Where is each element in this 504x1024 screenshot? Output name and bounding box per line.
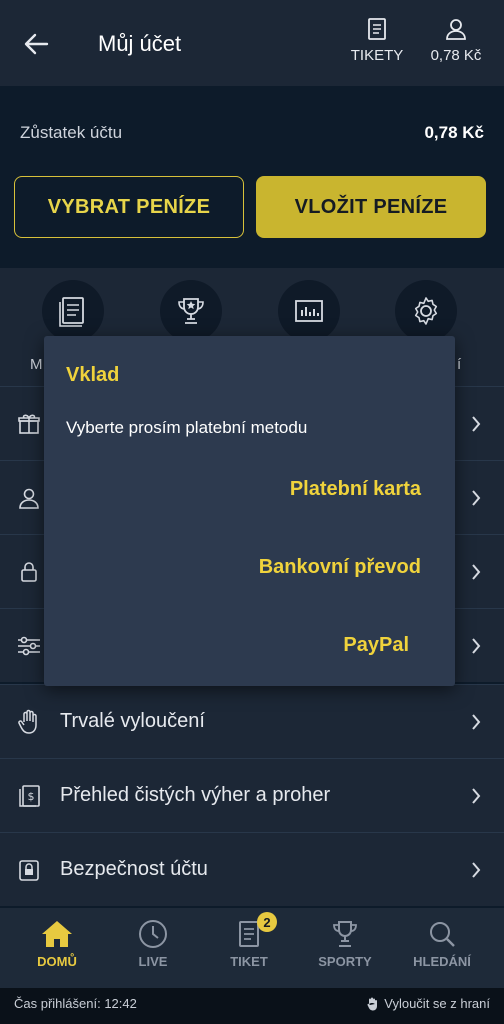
tickets-button[interactable]: TIKETY <box>344 16 410 64</box>
svg-text:$: $ <box>28 790 35 803</box>
nav-ticket[interactable]: 2 TIKET <box>201 912 297 969</box>
menu-row-account-security[interactable]: Bezpečnost účtu <box>0 832 504 906</box>
gear-icon <box>414 297 438 325</box>
menu-item-label: Přehled čistých výher a proher <box>60 784 331 806</box>
nav-sports[interactable]: SPORTY <box>297 918 393 969</box>
top-bar: Můj účet TIKETY 0,78 Kč <box>0 0 504 86</box>
self-exclude-link[interactable]: Vyloučit se z hraní <box>366 996 490 1011</box>
nav-label: DOMŮ <box>37 954 77 969</box>
balance-button[interactable]: 0,78 Kč <box>420 16 492 64</box>
nav-label: LIVE <box>138 954 168 969</box>
user-icon <box>14 483 44 513</box>
ticket-icon: 2 <box>201 912 297 950</box>
chevron-right-icon <box>470 414 482 434</box>
money-receipt-icon: $ <box>14 781 44 811</box>
menu-item-label: Bezpečnost účtu <box>60 858 208 880</box>
lock-icon <box>14 557 44 587</box>
page-title: Můj účet <box>98 31 182 56</box>
ticket-icon <box>344 16 410 42</box>
back-arrow-icon[interactable] <box>22 30 50 58</box>
balance-label: Zůstatek účtu <box>20 123 123 142</box>
deposit-button[interactable]: VLOŽIT PENÍZE <box>256 176 486 238</box>
search-icon <box>394 918 490 950</box>
chevron-right-icon <box>470 712 482 732</box>
hand-stop-icon <box>14 707 44 737</box>
nav-label: SPORTY <box>318 954 372 969</box>
menu-item-label: Trvalé vyloučení <box>60 710 205 732</box>
dialog-message: Vyberte prosím platební metodu <box>66 418 308 437</box>
gift-icon <box>14 409 44 439</box>
security-lock-icon <box>14 855 44 885</box>
clock-icon <box>105 918 201 950</box>
option-bank-transfer[interactable]: Bankovní převod <box>259 556 421 579</box>
bottom-navigation: DOMŮ LIVE 2 TIKET SPORTY HLEDÁNÍ <box>0 908 504 988</box>
hand-stop-icon <box>366 997 378 1011</box>
menu-row-net-results[interactable]: $ Přehled čistých výher a proher <box>0 758 504 832</box>
statistics-circle-button[interactable] <box>278 280 340 342</box>
ticket-count-badge: 2 <box>257 912 277 932</box>
settings-circle-button[interactable] <box>395 280 457 342</box>
account-summary: Zůstatek účtu 0,78 Kč VYBRAT PENÍZE VLOŽ… <box>0 86 504 268</box>
dialog-title: Vklad <box>66 364 120 386</box>
quick-label-fragment-left: M <box>30 356 43 373</box>
quick-label-fragment-right: í <box>457 356 462 373</box>
tickets-circle-button[interactable] <box>42 280 104 342</box>
option-paypal[interactable]: PayPal <box>343 634 409 657</box>
tickets-label: TIKETY <box>350 47 404 64</box>
home-icon <box>9 918 105 950</box>
chevron-right-icon <box>470 786 482 806</box>
nav-search[interactable]: HLEDÁNÍ <box>394 918 490 969</box>
chevron-right-icon <box>470 488 482 508</box>
trophy-icon <box>297 918 393 950</box>
achievements-circle-button[interactable] <box>160 280 222 342</box>
nav-label: HLEDÁNÍ <box>413 954 471 969</box>
sliders-icon <box>14 631 44 661</box>
trophy-star-icon <box>178 298 204 324</box>
ticket-list-icon <box>59 297 84 327</box>
chart-icon <box>295 300 323 322</box>
self-exclude-label: Vyloučit se z hraní <box>384 996 490 1011</box>
nav-live[interactable]: LIVE <box>105 918 201 969</box>
chevron-right-icon <box>470 860 482 880</box>
header-balance: 0,78 Kč <box>430 47 482 64</box>
withdraw-button[interactable]: VYBRAT PENÍZE <box>14 176 244 238</box>
status-bar: Čas přihlášení: 12:42 Vyloučit se z hran… <box>0 988 504 1024</box>
balance-value: 0,78 Kč <box>424 123 484 142</box>
deposit-dialog: Vklad Vyberte prosím platební metodu Pla… <box>44 336 455 686</box>
menu-row-self-exclusion[interactable]: Trvalé vyloučení <box>0 684 504 758</box>
chevron-right-icon <box>470 562 482 582</box>
user-icon <box>420 16 492 42</box>
nav-label: TIKET <box>230 954 268 969</box>
chevron-right-icon <box>470 636 482 656</box>
nav-home[interactable]: DOMŮ <box>9 918 105 969</box>
login-time: Čas přihlášení: 12:42 <box>14 996 137 1011</box>
option-card-payment[interactable]: Platební karta <box>290 478 421 501</box>
